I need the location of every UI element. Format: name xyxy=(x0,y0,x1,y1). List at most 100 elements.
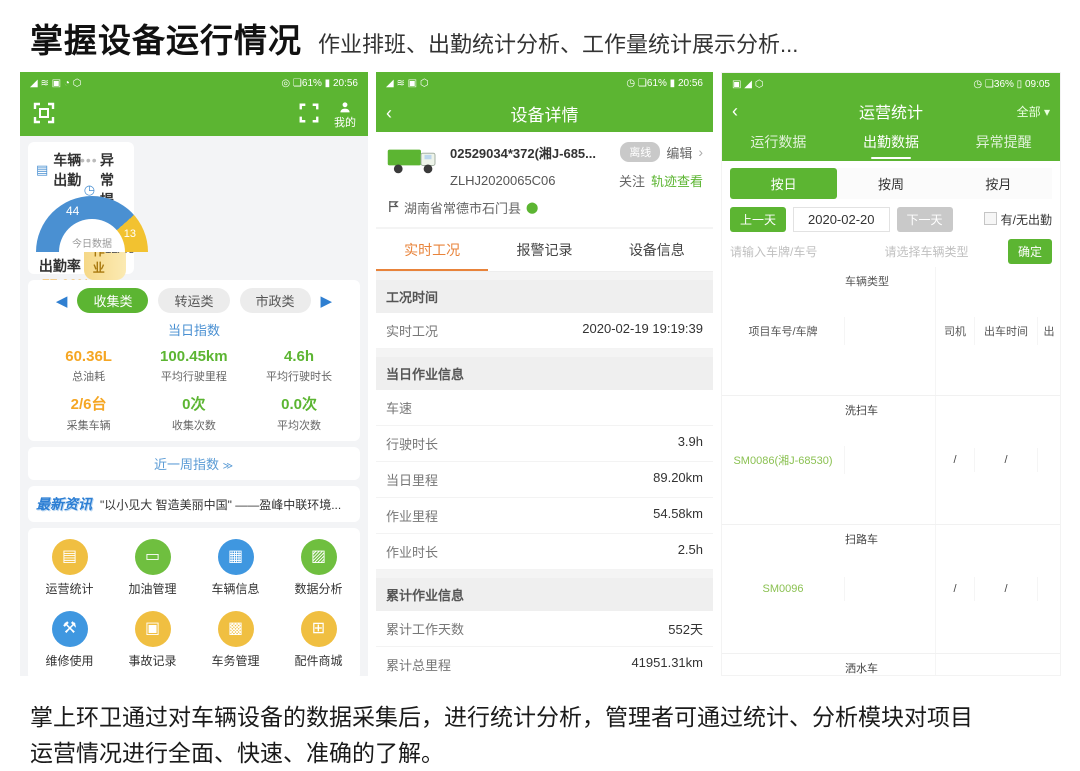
device-code: ZLHJ2020065C06 xyxy=(450,173,613,188)
truck-thumbnail xyxy=(386,142,442,190)
news-badge: 最新资讯 xyxy=(36,494,92,514)
prev-day-button[interactable]: 上一天 xyxy=(730,207,786,232)
parts-mall-icon: ⊞ xyxy=(301,611,337,647)
back-icon[interactable]: ‹ xyxy=(732,101,738,122)
table-row[interactable]: SM0096 扫路车 / / xyxy=(722,524,1060,653)
detail-tabs: 实时工况 报警记录 设备信息 xyxy=(376,229,713,272)
attendance-checkbox[interactable] xyxy=(984,212,997,225)
tab-municipal[interactable]: 市政类 xyxy=(240,288,311,313)
chevron-double-down-icon: ≫ xyxy=(223,461,234,472)
signal-wifi-icons: ◢ ≋ ▣ ⬡ xyxy=(386,78,429,89)
gauge-center-label: 今日数据 xyxy=(36,235,148,250)
status-bar: ◢ ≋ ▣ ◔ ⬡ ◎ ❏61% ▮ 20:56 xyxy=(20,72,368,94)
detail-row: 行驶时长3.9h xyxy=(376,426,713,462)
detail-row: 累计总里程41951.31km xyxy=(376,647,713,676)
search-filters: 请输入车牌/车号 请选择车辆类型 确定 xyxy=(730,239,1052,264)
list-icon: ▤ xyxy=(36,162,48,178)
chevron-down-icon: ▾ xyxy=(1044,105,1050,119)
period-tabs: 按日 按周 按月 xyxy=(730,168,1052,199)
status-bar: ▣ ◢ ⬡ ◷ ❏36% ▯ 09:05 xyxy=(722,73,1060,95)
fullscreen-scan-icon[interactable] xyxy=(298,102,320,129)
marker-icon: ⬤ xyxy=(526,201,538,214)
operation-stats-screenshot: ▣ ◢ ⬡ ◷ ❏36% ▯ 09:05 ‹ 运营统计 全部 ▾ 运行数据 出勤… xyxy=(721,72,1061,676)
tab-transfer[interactable]: 转运类 xyxy=(158,288,229,313)
menu-item[interactable]: ▦ 车辆信息 xyxy=(194,532,277,604)
category-tabs: ◀ 收集类 转运类 市政类 ▶ xyxy=(36,288,352,313)
menu-item[interactable]: ⚒ 维修使用 xyxy=(28,604,111,676)
detail-row: 车速 xyxy=(376,390,713,426)
menu-item[interactable]: ⊞ 配件商城 xyxy=(277,604,360,676)
menu-item[interactable]: ▤ 运营统计 xyxy=(28,532,111,604)
stats-tabs: 运行数据 出勤数据 异常提醒 xyxy=(722,127,1060,161)
nav-bar: ‹ 运营统计 全部 ▾ xyxy=(722,95,1060,127)
present-count: 44 xyxy=(66,204,79,218)
menu-item[interactable]: ▩ 车务管理 xyxy=(194,604,277,676)
table-row[interactable]: SM0098 洒水车 / / xyxy=(722,653,1060,676)
tab-attendance-data[interactable]: 出勤数据 xyxy=(835,127,948,161)
tab-by-week[interactable]: 按周 xyxy=(837,168,944,199)
page-description: 掌上环卫通过对车辆设备的数据采集后，进行统计分析，管理者可通过统计、分析模块对项… xyxy=(30,700,1050,771)
menu-item[interactable]: ▨ 数据分析 xyxy=(277,532,360,604)
next-day-button[interactable]: 下一天 xyxy=(897,207,953,232)
tab-abnormal-alerts[interactable]: 异常提醒 xyxy=(947,127,1060,161)
vehicle-admin-icon: ▩ xyxy=(218,611,254,647)
table-header: 项目车号/车牌 车辆类型 司机 出车时间 出 xyxy=(722,267,1060,395)
track-view-link[interactable]: 轨迹查看 xyxy=(651,171,703,190)
detail-row: 作业时长2.5h xyxy=(376,534,713,570)
date-navigation: 上一天 2020-02-20 下一天 有/无出勤 xyxy=(730,207,1052,232)
follow-link[interactable]: 关注 xyxy=(619,171,645,190)
fuel-manage-icon: ▭ xyxy=(135,539,171,575)
tab-device-info[interactable]: 设备信息 xyxy=(601,229,713,271)
signal-wifi-icons: ◢ ≋ ▣ ◔ ⬡ xyxy=(30,78,81,89)
stat-item: 4.6h 平均行驶时长 xyxy=(246,348,351,384)
attendance-title: ▤ 车辆出勤 xyxy=(36,150,84,190)
tab-realtime-status[interactable]: 实时工况 xyxy=(376,229,488,271)
stat-item: 0.0次 平均次数 xyxy=(246,393,351,433)
nav-bar: ‹ 设备详情 xyxy=(376,94,713,132)
arrow-left-icon[interactable]: ◀ xyxy=(56,292,68,310)
date-field[interactable]: 2020-02-20 xyxy=(793,207,890,232)
scope-selector[interactable]: 全部 ▾ xyxy=(1017,103,1050,120)
page-header: 掌握设备运行情况作业排班、出勤统计分析、工作量统计展示分析... xyxy=(0,0,1080,62)
week-index-link[interactable]: 近一周指数 ≫ xyxy=(28,447,360,480)
menu-item[interactable]: ▣ 事故记录 xyxy=(111,604,194,676)
daily-stats: 60.36L 总油耗 100.45km 平均行驶里程 4.6h 平均行驶时长 xyxy=(36,339,352,433)
plate-search-input[interactable]: 请输入车牌/车号 xyxy=(730,243,884,260)
app-menu-grid: ▤ 运营统计 ▭ 加油管理 ▦ 车辆信息 ▨ 数据分析 xyxy=(28,528,360,676)
more-icon[interactable]: ••• xyxy=(80,152,98,168)
screen-title: 设备详情 xyxy=(511,101,579,126)
section-daily-work: 当日作业信息 车速 行驶时长3.9h 当日里程89.20km 作业里程54.58… xyxy=(376,357,713,570)
arrow-right-icon[interactable]: ▶ xyxy=(321,292,333,310)
attendance-card: ••• ▤ 车辆出勤 44 13 今日数据 出勤率77.00% 出勤 未出勤 xyxy=(28,142,134,274)
vehicle-type-select[interactable]: 请选择车辆类型 xyxy=(884,243,1008,260)
news-bar[interactable]: 最新资讯 "以小见大 智造美丽中国" ——盈峰中联环境... xyxy=(28,486,360,522)
tab-by-month[interactable]: 按月 xyxy=(945,168,1052,199)
status-right: ◷ ❏61% ▮ 20:56 xyxy=(626,78,703,89)
status-bar: ◢ ≋ ▣ ⬡ ◷ ❏61% ▮ 20:56 xyxy=(376,72,713,94)
edit-link[interactable]: 编辑 xyxy=(666,143,692,162)
tab-collection[interactable]: 收集类 xyxy=(77,288,148,313)
stat-item: 100.45km 平均行驶里程 xyxy=(141,348,246,384)
confirm-button[interactable]: 确定 xyxy=(1008,239,1052,264)
profile-button[interactable]: 我的 xyxy=(334,101,356,129)
tab-alarm-records[interactable]: 报警记录 xyxy=(488,229,600,271)
daily-index-label: 当日指数 xyxy=(36,320,352,339)
attendance-table: 项目车号/车牌 车辆类型 司机 出车时间 出 SM0086(湘J-68530) … xyxy=(722,267,1060,676)
offline-status-badge: 离线 xyxy=(620,142,660,162)
page-title: 掌握设备运行情况 xyxy=(30,22,302,59)
daily-index-card: ◀ 收集类 转运类 市政类 ▶ 当日指数 60.36L 总油耗 100.45km… xyxy=(28,280,360,441)
menu-item[interactable]: ▭ 加油管理 xyxy=(111,532,194,604)
page-subtitle: 作业排班、出勤统计分析、工作量统计展示分析... xyxy=(318,32,798,57)
data-analysis-icon: ▨ xyxy=(301,539,337,575)
screen-title: 运营统计 xyxy=(859,99,923,123)
attendance-gauge: 44 13 今日数据 xyxy=(36,196,148,252)
section-title: 累计作业信息 xyxy=(376,578,713,611)
qr-scan-icon[interactable] xyxy=(32,101,56,130)
table-row[interactable]: SM0086(湘J-68530) 洗扫车 / / xyxy=(722,395,1060,524)
device-summary: 02529034*372(湘J-685... 离线 编辑 › ZLHJ20200… xyxy=(376,132,713,196)
back-icon[interactable]: ‹ xyxy=(386,103,392,124)
detail-row: 作业里程54.58km xyxy=(376,498,713,534)
tab-running-data[interactable]: 运行数据 xyxy=(722,127,835,161)
chevron-right-icon[interactable]: › xyxy=(698,144,703,160)
tab-by-day[interactable]: 按日 xyxy=(730,168,837,199)
